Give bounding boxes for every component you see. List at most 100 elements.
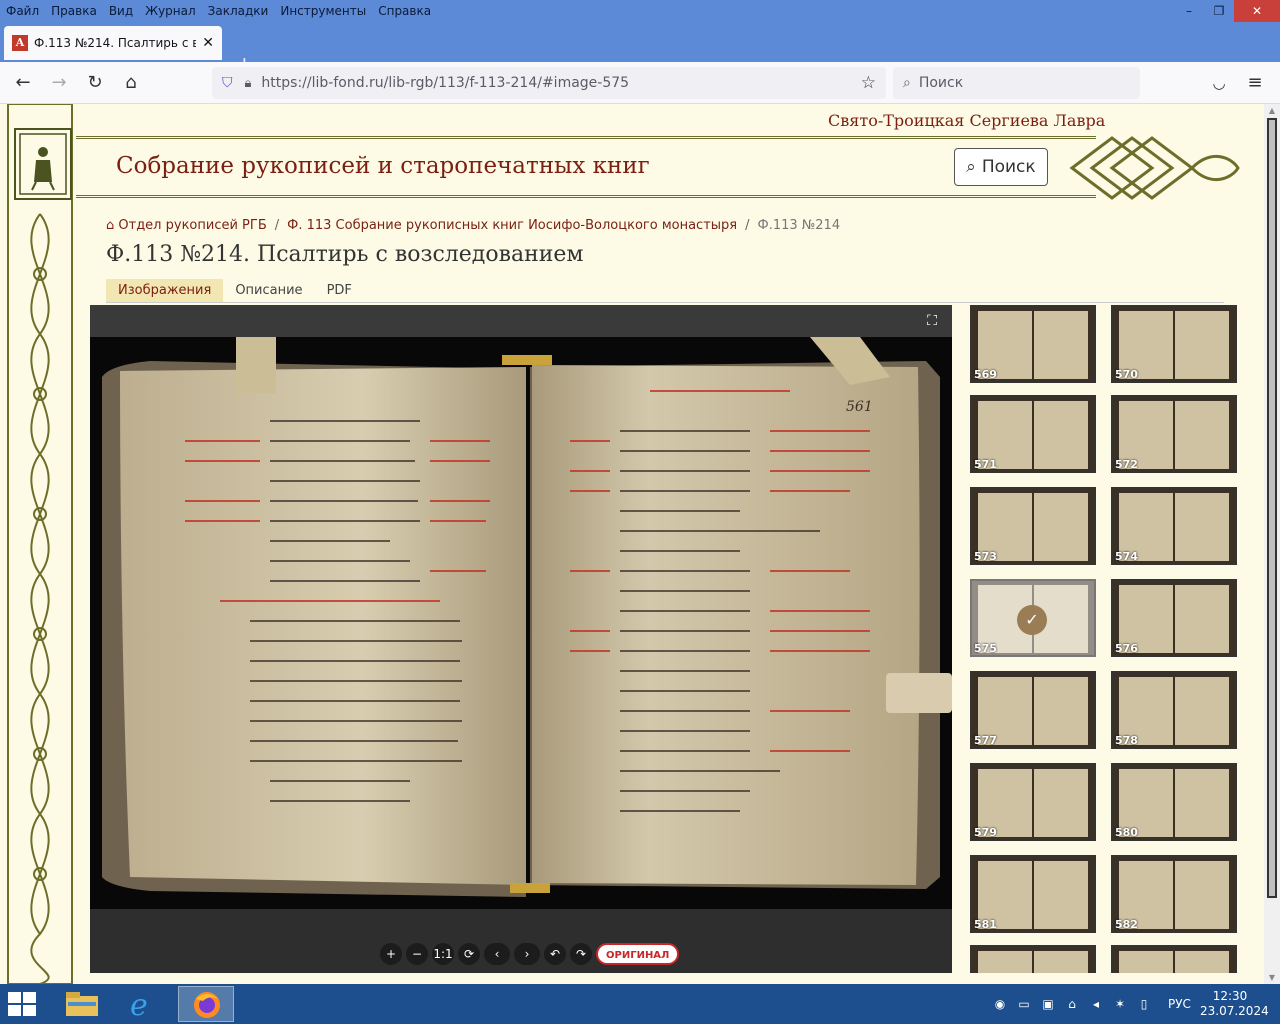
menu-edit[interactable]: Правка xyxy=(45,4,103,18)
monk-icon xyxy=(19,133,67,195)
lock-icon[interactable]: 🔒︎ xyxy=(245,76,252,91)
file-explorer-icon[interactable] xyxy=(54,986,110,1022)
thumbnail[interactable]: 578 xyxy=(1111,671,1237,749)
folio-number: 561 xyxy=(846,399,873,415)
tab-bar: А Ф.113 №214. Псалтирь с возсл ✕ + xyxy=(0,22,1280,76)
thumbnail[interactable]: 577 xyxy=(970,671,1096,749)
tab-description[interactable]: Описание xyxy=(223,279,314,302)
clock[interactable]: 12:30 23.07.2024 xyxy=(1200,989,1269,1019)
browser-tab[interactable]: А Ф.113 №214. Псалтирь с возсл ✕ xyxy=(4,26,222,60)
firefox-icon[interactable] xyxy=(178,986,234,1022)
thumbnail[interactable]: 573 xyxy=(970,487,1096,565)
thumbnail[interactable] xyxy=(1111,945,1237,973)
thumbnail[interactable]: 579 xyxy=(970,763,1096,841)
breadcrumb-fond[interactable]: Ф. 113 Собрание рукописных книг Иосифо-В… xyxy=(287,218,737,233)
menu-view[interactable]: Вид xyxy=(103,4,139,18)
viewer-topbar xyxy=(90,305,952,337)
app-tray-icon[interactable]: ▣ xyxy=(1040,996,1056,1012)
thumbnail[interactable]: 570 xyxy=(1111,305,1237,383)
thumbnail[interactable]: 571 xyxy=(970,395,1096,473)
zoom-out-button[interactable]: − xyxy=(406,943,428,965)
clock-date: 23.07.2024 xyxy=(1200,1004,1269,1018)
minimize-button[interactable]: – xyxy=(1174,0,1204,22)
breadcrumb-separator: / xyxy=(745,218,750,233)
viewer-controls: + − 1:1 ⟳ ‹ › ↶ ↷ ОРИГИНАЛ xyxy=(380,943,680,965)
reload-icon[interactable]: ↻ xyxy=(84,72,106,94)
page-scrollbar[interactable]: ▲ ▼ xyxy=(1264,104,1280,984)
thumbnail[interactable] xyxy=(970,945,1096,973)
address-bar[interactable]: ⛉ 🔒︎ https://lib-fond.ru/lib-rgb/113/f-1… xyxy=(212,67,886,99)
actual-size-button[interactable]: 1:1 xyxy=(432,943,454,965)
scroll-up-icon[interactable]: ▲ xyxy=(1264,106,1280,115)
url-text[interactable]: https://lib-fond.ru/lib-rgb/113/f-113-21… xyxy=(261,75,860,91)
navigation-bar: ← → ↻ ⌂ ⛉ 🔒︎ https://lib-fond.ru/lib-rgb… xyxy=(0,62,1280,104)
close-tab-icon[interactable]: ✕ xyxy=(202,35,214,51)
thumbnail[interactable]: 580 xyxy=(1111,763,1237,841)
tools-icon[interactable]: ✶ xyxy=(1112,996,1128,1012)
printer-icon[interactable]: ▭ xyxy=(1016,996,1032,1012)
hamburger-menu-icon[interactable]: ≡ xyxy=(1244,72,1266,94)
thumbnail[interactable]: 569 xyxy=(970,305,1096,383)
breadcrumb-separator: / xyxy=(274,218,280,233)
scroll-down-icon[interactable]: ▼ xyxy=(1264,973,1280,982)
windows-start-icon[interactable] xyxy=(8,992,36,1016)
restore-button[interactable]: ❐ xyxy=(1204,0,1234,22)
volume-icon[interactable]: ◂ xyxy=(1088,996,1104,1012)
notification-icon[interactable]: ▯ xyxy=(1136,996,1152,1012)
menu-bar: Файл Правка Вид Журнал Закладки Инструме… xyxy=(0,0,1280,22)
menu-tools[interactable]: Инструменты xyxy=(274,4,372,18)
back-icon[interactable]: ← xyxy=(12,72,34,94)
search-icon: ⌕ xyxy=(966,157,976,177)
scrollbar-thumb[interactable] xyxy=(1267,118,1277,898)
thumbnail-selected[interactable]: ✓ 575 xyxy=(970,579,1096,657)
site-title[interactable]: Собрание рукописей и старопечатных книг xyxy=(116,153,650,179)
manuscript-scan[interactable]: 561 xyxy=(90,337,952,909)
home-icon[interactable]: ⌂ xyxy=(120,72,142,94)
svg-text:e: e xyxy=(130,988,148,1022)
close-window-button[interactable]: ✕ xyxy=(1234,0,1280,22)
thumbnail[interactable]: 581 xyxy=(970,855,1096,933)
menu-bookmarks[interactable]: Закладки xyxy=(202,4,275,18)
thumbnail[interactable]: 576 xyxy=(1111,579,1237,657)
network-icon[interactable]: ⌂ xyxy=(1064,996,1080,1012)
checkmark-icon: ✓ xyxy=(1017,605,1047,635)
zoom-in-button[interactable]: + xyxy=(380,943,402,965)
breadcrumb: ⌂ Отдел рукописей РГБ / Ф. 113 Собрание … xyxy=(106,218,840,233)
next-image-button[interactable]: › xyxy=(514,943,540,965)
tab-images[interactable]: Изображения xyxy=(106,279,224,302)
menu-history[interactable]: Журнал xyxy=(139,4,202,18)
tab-pdf[interactable]: PDF xyxy=(315,279,364,302)
search-placeholder: Поиск xyxy=(918,75,964,91)
reset-button[interactable]: ⟳ xyxy=(458,943,480,965)
site-favicon-icon: А xyxy=(12,35,28,51)
clock-time: 12:30 xyxy=(1212,989,1248,1003)
original-button[interactable]: ОРИГИНАЛ xyxy=(596,943,680,965)
thumbnail[interactable]: 574 xyxy=(1111,487,1237,565)
web-page: Свято-Троицкая Сергиева Лавра Собрание р… xyxy=(0,104,1264,984)
system-tray: ◉ ▭ ▣ ⌂ ◂ ✶ ▯ xyxy=(992,984,1152,1024)
menu-help[interactable]: Справка xyxy=(372,4,437,18)
update-icon[interactable]: ◉ xyxy=(992,996,1008,1012)
content-tabs: Изображения Описание PDF xyxy=(106,279,1224,303)
pocket-icon[interactable]: ◡ xyxy=(1208,72,1230,94)
thumbnail[interactable]: 572 xyxy=(1111,395,1237,473)
forward-icon[interactable]: → xyxy=(48,72,70,94)
fullscreen-icon[interactable]: ⛶ xyxy=(916,307,948,335)
internet-explorer-icon[interactable]: e xyxy=(116,986,172,1023)
thumbnail[interactable]: 582 xyxy=(1111,855,1237,933)
browser-search-input[interactable]: ⌕ Поиск xyxy=(893,67,1140,99)
site-logo[interactable] xyxy=(14,128,72,200)
windows-taskbar: e ◉ ▭ ▣ ⌂ ◂ ✶ ▯ РУС 12:30 23.07.2024 xyxy=(0,984,1280,1024)
rotate-left-button[interactable]: ↶ xyxy=(544,943,566,965)
site-search-button[interactable]: ⌕ Поиск xyxy=(954,148,1048,186)
rotate-right-button[interactable]: ↷ xyxy=(570,943,592,965)
bookmark-star-icon[interactable]: ☆ xyxy=(861,73,876,93)
ornament-border xyxy=(7,104,73,984)
menu-file[interactable]: Файл xyxy=(0,4,45,18)
language-indicator[interactable]: РУС xyxy=(1168,997,1191,1011)
breadcrumb-home[interactable]: ⌂ Отдел рукописей РГБ xyxy=(106,218,267,233)
shield-icon[interactable]: ⛉ xyxy=(222,75,233,91)
thumbnail-strip: 569 570 571 572 573 574 ✓ 575 576 577 578… xyxy=(968,305,1240,973)
knot-ornament xyxy=(1069,136,1240,200)
prev-image-button[interactable]: ‹ xyxy=(484,943,510,965)
